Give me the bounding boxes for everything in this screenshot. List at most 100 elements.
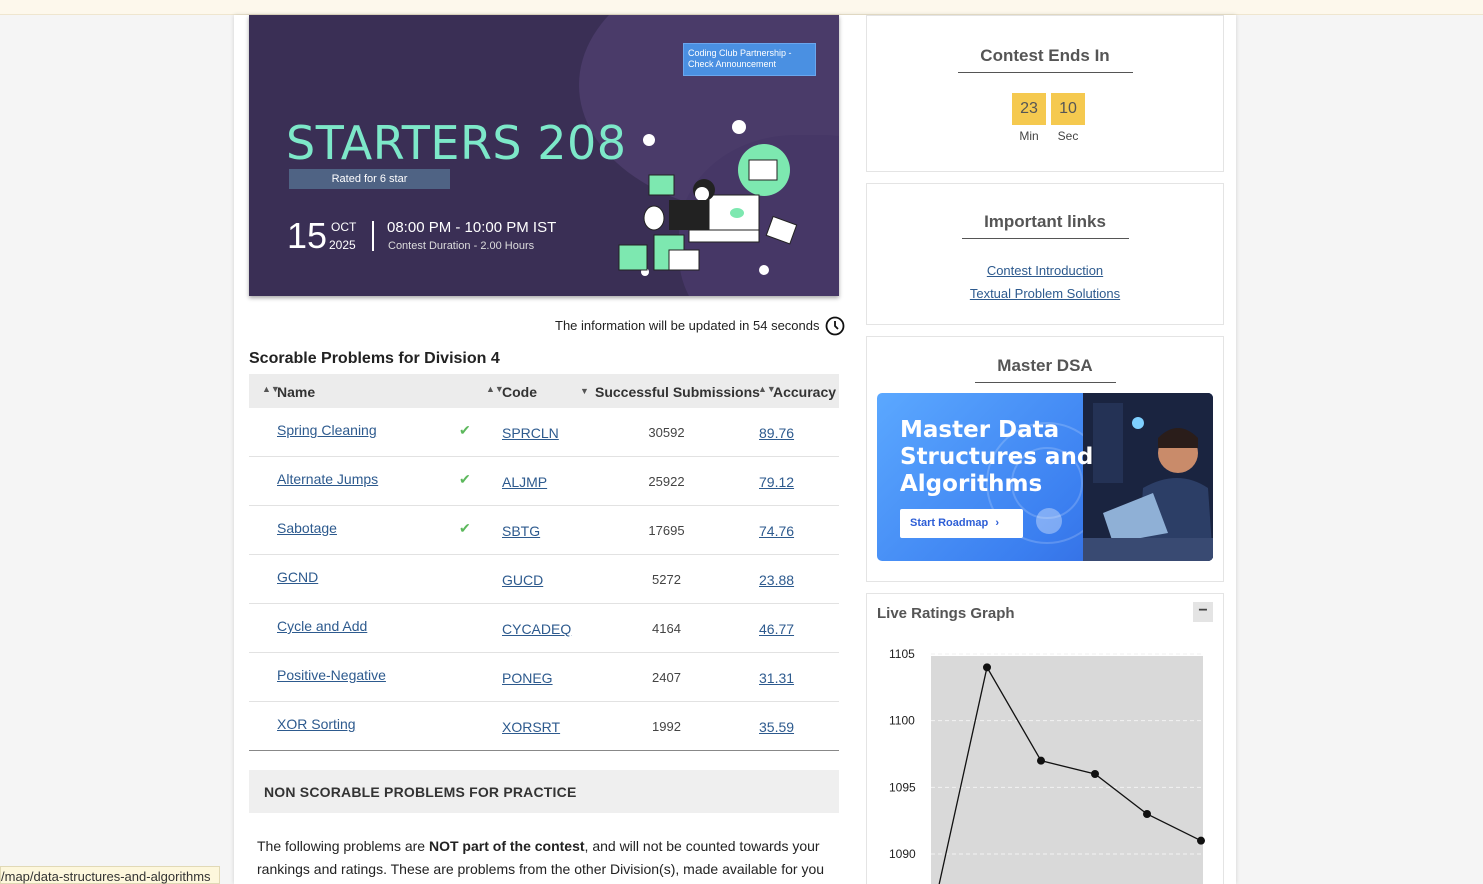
contest-ends-title: Contest Ends In: [980, 46, 1110, 65]
problem-name-link[interactable]: Cycle and Add: [277, 618, 367, 634]
link-textual-solutions[interactable]: Textual Problem Solutions: [867, 286, 1223, 301]
problem-name-link[interactable]: Alternate Jumps: [277, 471, 378, 487]
submissions-count: 25922: [648, 474, 685, 489]
non-scorable-header: NON SCORABLE PROBLEMS FOR PRACTICE: [249, 770, 839, 813]
accuracy-link[interactable]: 79.12: [759, 474, 794, 490]
data-point: [1143, 810, 1151, 818]
description-emphasis: NOT part of the contest: [428, 838, 585, 854]
start-roadmap-button[interactable]: Start Roadmap ›: [900, 509, 1023, 538]
master-dsa-heading: Master Data Structures and Algorithms: [900, 417, 1094, 497]
problem-name-link[interactable]: Spring Cleaning: [277, 422, 377, 438]
check-icon: ✔: [459, 471, 471, 487]
link-contest-introduction[interactable]: Contest Introduction: [867, 263, 1223, 278]
submissions-count: 1992: [652, 719, 681, 734]
table-row: XOR Sorting XORSRT 1992 35.59: [249, 702, 839, 751]
problem-code-link[interactable]: XORSRT: [502, 719, 560, 735]
problem-name-link[interactable]: Positive-Negative: [277, 667, 386, 683]
contest-time: 08:00 PM - 10:00 PM IST: [387, 219, 557, 236]
contest-day: 15: [287, 215, 328, 256]
column-header-name[interactable]: Name: [277, 384, 315, 400]
submissions-count: 30592: [648, 425, 685, 440]
accuracy-link[interactable]: 31.31: [759, 670, 794, 686]
table-row: Alternate Jumps ✔ ALJMP 25922 79.12: [249, 457, 839, 506]
collapse-button[interactable]: −: [1193, 602, 1213, 622]
table-row: Cycle and Add CYCADEQ 4164 46.77: [249, 604, 839, 653]
problem-name-link[interactable]: Sabotage: [277, 520, 337, 536]
submissions-count: 2407: [652, 670, 681, 685]
coder-illustration-icon: [618, 120, 798, 276]
non-scorable-description: The following problems are NOT part of t…: [257, 835, 837, 881]
y-tick-label: 1095: [889, 780, 916, 794]
accuracy-link[interactable]: 23.88: [759, 572, 794, 588]
problem-name-link[interactable]: XOR Sorting: [277, 716, 356, 732]
divider: [372, 221, 374, 251]
ratings-chart: 1090 1095 1100 1105: [889, 647, 1205, 884]
accuracy-link[interactable]: 46.77: [759, 621, 794, 637]
rated-badge: Rated for 6 star: [289, 169, 450, 189]
contest-duration: Contest Duration - 2.00 Hours: [388, 240, 535, 252]
table-row: GCND GUCD 5272 23.88: [249, 555, 839, 604]
column-header-code[interactable]: Code: [502, 384, 537, 400]
problems-table: ▲▼ Name ▲▼ Code ▼ Successful Submissions…: [249, 374, 839, 751]
title-underline: [961, 238, 1129, 239]
accuracy-link[interactable]: 74.76: [759, 523, 794, 539]
sort-desc-icon[interactable]: ▼: [580, 386, 589, 396]
start-roadmap-label: Start Roadmap: [910, 517, 989, 529]
y-tick-label: 1100: [889, 714, 915, 728]
column-header-accuracy[interactable]: Accuracy: [773, 384, 836, 400]
accuracy-link[interactable]: 35.59: [759, 719, 794, 735]
live-ratings-title: Live Ratings Graph: [877, 605, 1015, 622]
problem-code-link[interactable]: SPRCLN: [502, 425, 559, 441]
status-bar-url: /map/data-structures-and-algorithms: [0, 866, 220, 884]
contest-year: 2025: [329, 238, 356, 252]
timer-seconds: 10: [1051, 93, 1085, 125]
problem-code-link[interactable]: ALJMP: [502, 474, 547, 490]
table-row: Sabotage ✔ SBTG 17695 74.76: [249, 506, 839, 555]
title-underline: [957, 72, 1133, 73]
update-note: The information will be updated in 54 se…: [555, 318, 820, 333]
problem-code-link[interactable]: GUCD: [502, 572, 543, 588]
column-header-submissions[interactable]: Successful Submissions: [595, 384, 760, 400]
data-point: [983, 663, 991, 672]
check-icon: ✔: [459, 422, 471, 438]
live-ratings-card: Live Ratings Graph − 1090 1095 1100 1105: [866, 593, 1224, 884]
problem-code-link[interactable]: PONEG: [502, 670, 553, 686]
data-point: [1037, 756, 1045, 765]
problem-code-link[interactable]: SBTG: [502, 523, 540, 539]
important-links-card: Important links Contest Introduction Tex…: [866, 183, 1224, 325]
submissions-count: 17695: [648, 523, 685, 538]
y-tick-label: 1090: [889, 847, 916, 861]
master-dsa-title: Master DSA: [997, 356, 1093, 375]
timer-minutes-label: Min: [1019, 129, 1039, 143]
y-tick-label: 1105: [889, 647, 915, 661]
problem-code-link[interactable]: CYCADEQ: [502, 621, 571, 637]
data-point: [1091, 770, 1099, 778]
master-dsa-banner[interactable]: Master Data Structures and Algorithms St…: [877, 393, 1213, 561]
coder-photo: [1083, 393, 1213, 561]
table-header: ▲▼ Name ▲▼ Code ▼ Successful Submissions…: [249, 374, 839, 408]
check-icon: ✔: [459, 520, 471, 536]
plot-area: [931, 656, 1203, 884]
title-underline: [974, 382, 1116, 383]
submissions-count: 4164: [652, 621, 681, 636]
timer-seconds-label: Sec: [1057, 129, 1079, 143]
table-row: Positive-Negative PONEG 2407 31.31: [249, 653, 839, 702]
clock-icon: [825, 316, 845, 336]
contest-timer-card: Contest Ends In 23 10 Min Sec: [866, 15, 1224, 172]
contest-month: OCT: [331, 220, 357, 234]
links-list: Contest Introduction Textual Problem Sol…: [867, 263, 1223, 301]
description-text: The following problems are: [257, 838, 429, 854]
timer-minutes: 23: [1012, 93, 1046, 125]
important-links-title: Important links: [984, 212, 1106, 231]
problem-name-link[interactable]: GCND: [277, 569, 318, 585]
chevron-right-icon: ›: [995, 517, 999, 529]
data-point: [1197, 836, 1205, 845]
submissions-count: 5272: [652, 572, 681, 587]
scorable-problems-title: Scorable Problems for Division 4: [249, 350, 500, 367]
top-notification-bar: [0, 0, 1483, 15]
contest-banner[interactable]: Coding Club Partnership - Check Announce…: [249, 15, 839, 296]
table-row: Spring Cleaning ✔ SPRCLN 30592 89.76: [249, 408, 839, 457]
accuracy-link[interactable]: 89.76: [759, 425, 794, 441]
announcement-badge[interactable]: Coding Club Partnership - Check Announce…: [683, 43, 816, 76]
contest-title: STARTERS 208: [286, 116, 627, 170]
